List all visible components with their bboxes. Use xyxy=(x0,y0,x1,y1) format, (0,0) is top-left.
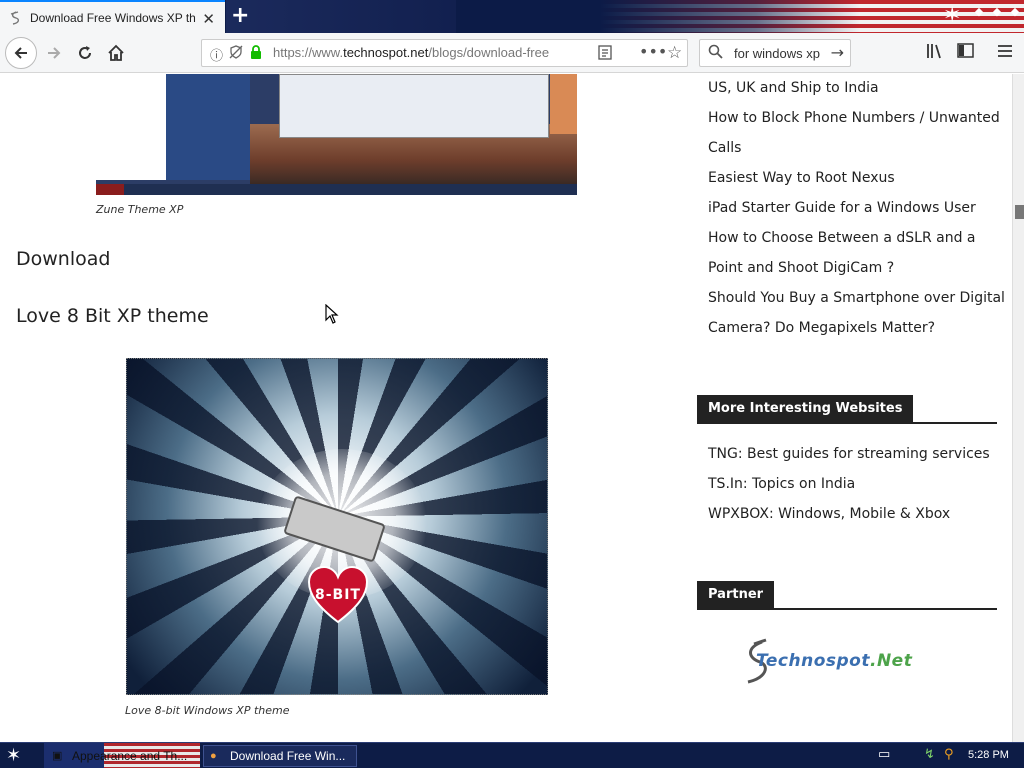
widget-heading-partner: Partner xyxy=(697,581,775,609)
firefox-icon: ● xyxy=(210,750,217,762)
technospot-favicon-icon xyxy=(8,10,22,25)
image-caption-8bit: Love 8-bit Windows XP theme xyxy=(125,704,290,717)
back-arrow-icon xyxy=(14,47,27,59)
clock: 5:28 PM xyxy=(968,749,1009,761)
keyboard-icon[interactable]: ▭ xyxy=(878,747,890,762)
library-icon[interactable] xyxy=(926,43,943,63)
star-icon: ✶ xyxy=(943,3,962,28)
theme-heading: Love 8 Bit XP theme xyxy=(16,305,209,327)
search-bar[interactable]: for windows xp → xyxy=(699,39,851,67)
lock-icon[interactable] xyxy=(250,45,262,64)
sidebar-toggle-icon[interactable] xyxy=(957,43,974,62)
image-caption-zune: Zune Theme XP xyxy=(96,203,184,216)
tab-title: Download Free Windows XP theme xyxy=(30,10,196,25)
sidebar-link[interactable]: How to Block Phone Numbers / Unwanted xyxy=(708,110,1000,126)
sidebar-link[interactable]: US, UK and Ship to India xyxy=(708,80,879,96)
love-8-bit-theme-image[interactable]: 8-BIT xyxy=(126,358,548,695)
forward-button[interactable] xyxy=(39,38,69,68)
sidebar-link[interactable]: Point and Shoot DigiCam ? xyxy=(708,260,894,276)
sidebar-link[interactable]: Camera? Do Megapixels Matter? xyxy=(708,320,935,336)
search-input[interactable]: for windows xp xyxy=(734,46,820,61)
address-bar[interactable]: ⓘ https://www.technospot.net/blogs/downl… xyxy=(201,39,688,67)
vertical-scrollbar[interactable] xyxy=(1012,74,1024,742)
window-close-icon[interactable]: ◆ xyxy=(1008,5,1022,19)
taskbar-item-firefox[interactable]: ● Download Free Win... xyxy=(203,745,357,767)
start-star-icon[interactable]: ✶ xyxy=(6,745,21,766)
bookmark-star-icon[interactable]: ☆ xyxy=(667,43,682,63)
sidebar-link[interactable]: Should You Buy a Smartphone over Digital xyxy=(708,290,1005,306)
theme-background xyxy=(226,0,456,33)
scrollbar-thumb[interactable] xyxy=(1015,205,1024,219)
tracking-protection-icon[interactable] xyxy=(229,45,243,63)
website-link[interactable]: TNG: Best guides for streaming services xyxy=(708,446,990,462)
download-link[interactable]: Download xyxy=(16,248,110,270)
mouse-cursor-icon xyxy=(325,304,339,324)
sidebar-link[interactable]: Calls xyxy=(708,140,741,156)
zune-theme-screenshot xyxy=(96,74,577,195)
divider xyxy=(697,422,997,424)
close-icon[interactable]: ✕ xyxy=(202,10,215,28)
technospot-logo[interactable]: Technospot.Net xyxy=(736,636,956,686)
divider xyxy=(697,608,997,610)
search-tray-icon[interactable]: ⚲ xyxy=(944,747,954,762)
home-button[interactable] xyxy=(101,38,131,68)
control-panel-icon: ▣ xyxy=(52,750,63,762)
url-text: https://www.technospot.net/blogs/downloa… xyxy=(273,45,550,60)
website-link[interactable]: WPXBOX: Windows, Mobile & Xbox xyxy=(708,506,950,522)
home-icon xyxy=(108,44,124,61)
info-icon[interactable]: ⓘ xyxy=(210,45,223,64)
minimize-icon[interactable]: ◆ xyxy=(972,5,986,19)
network-icon[interactable]: ↯ xyxy=(924,747,935,762)
logo-wordmark: Technospot.Net xyxy=(756,651,913,671)
new-tab-plus-icon[interactable]: + xyxy=(231,3,249,29)
sidebar-link[interactable]: iPad Starter Guide for a Windows User xyxy=(708,200,976,216)
reader-view-icon[interactable] xyxy=(598,45,612,64)
hamburger-menu-icon[interactable] xyxy=(997,43,1013,62)
back-button[interactable] xyxy=(5,37,37,69)
reload-button[interactable] xyxy=(70,38,100,68)
tab-strip: Download Free Windows XP theme ✕ + ✶ ◆ ◆… xyxy=(0,0,1024,33)
search-icon xyxy=(708,44,723,63)
maximize-icon[interactable]: ◆ xyxy=(990,5,1004,19)
page-content: Zune Theme XP Download Love 8 Bit XP the… xyxy=(0,74,1012,742)
widget-heading-websites: More Interesting Websites xyxy=(697,395,914,423)
forward-arrow-icon xyxy=(48,47,61,59)
navigation-toolbar: ⓘ https://www.technospot.net/blogs/downl… xyxy=(0,33,1024,73)
heart-label: 8-BIT xyxy=(315,587,361,603)
reload-icon xyxy=(79,46,91,59)
search-go-arrow-icon[interactable]: → xyxy=(831,43,844,62)
tab-download-free-windows-xp-theme[interactable]: Download Free Windows XP theme ✕ xyxy=(0,0,225,33)
taskbar-item-appearance[interactable]: ▣ Appearance and Th... xyxy=(46,745,198,767)
page-actions-icon[interactable]: ••• xyxy=(639,42,667,61)
sidebar-link[interactable]: How to Choose Between a dSLR and a xyxy=(708,230,976,246)
sidebar-link[interactable]: Easiest Way to Root Nexus xyxy=(708,170,895,186)
os-taskbar: ✶ ▣ Appearance and Th... ● Download Free… xyxy=(0,742,1024,768)
website-link[interactable]: TS.In: Topics on India xyxy=(708,476,855,492)
